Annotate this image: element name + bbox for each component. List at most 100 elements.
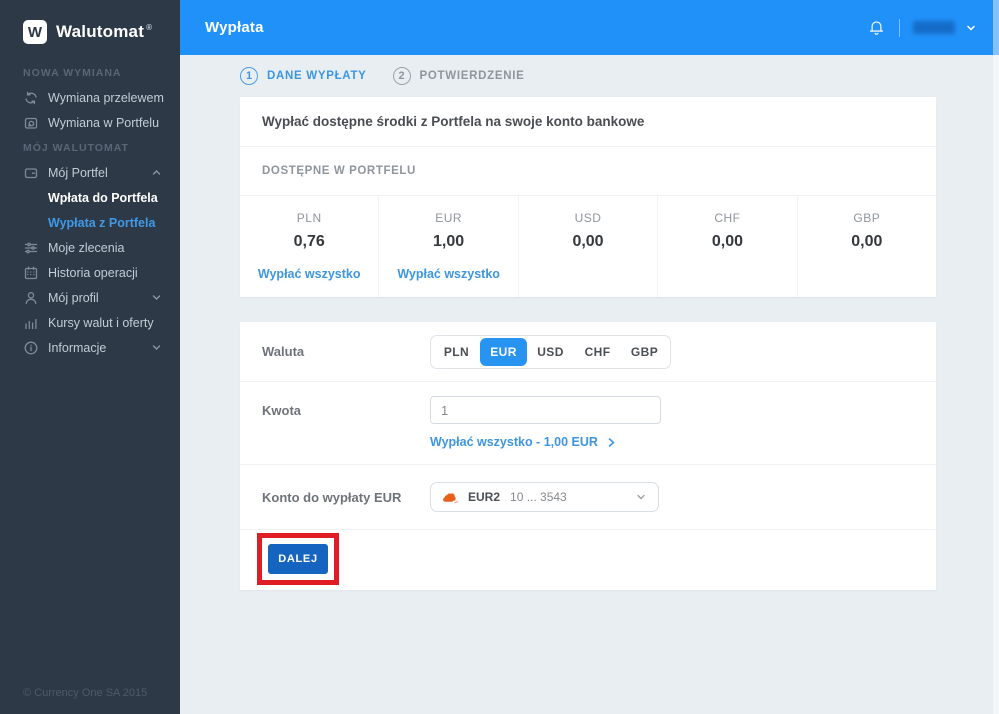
currency-code: USD: [574, 211, 602, 225]
sidebar-item-wplata-do-portfela[interactable]: Wpłata do Portfela: [0, 185, 180, 210]
rates-icon: [23, 315, 39, 331]
sidebar-item-label: Informacje: [48, 340, 107, 355]
copyright: © Currency One SA 2015: [23, 687, 148, 699]
amount-input[interactable]: [430, 396, 661, 424]
content: 1 DANE WYPŁATY 2 POTWIERDZENIE Wypłać do…: [240, 55, 936, 590]
currency-option-pln[interactable]: PLN: [433, 338, 480, 366]
withdrawal-form-panel: Waluta PLN EUR USD CHF GBP Kwota Wypła: [240, 322, 936, 590]
sidebar-item-moj-portfel[interactable]: Mój Portfel: [0, 160, 180, 185]
step-label: DANE WYPŁATY: [267, 70, 367, 82]
chevron-down-icon: [151, 342, 162, 353]
dalej-button[interactable]: DALEJ: [268, 544, 328, 574]
chevron-up-icon: [151, 167, 162, 178]
brand-logo[interactable]: W Walutomat ®: [0, 0, 180, 44]
chevron-down-icon: [635, 491, 647, 503]
withdraw-all-amount-label: Wypłać wszystko - 1,00 EUR: [430, 435, 598, 449]
wallet-icon: [23, 165, 39, 181]
sidebar-item-wyplata-z-portfela[interactable]: Wypłata z Portfela: [0, 210, 180, 235]
withdraw-all-eur-link[interactable]: Wypłać wszystko: [379, 267, 517, 281]
balance-amount: 1,00: [433, 233, 465, 250]
user-menu-chevron-down-icon[interactable]: [965, 22, 977, 34]
history-icon: [23, 265, 39, 281]
sidebar-item-label: Mój profil: [48, 290, 99, 305]
sidebar-item-historia-operacji[interactable]: Historia operacji: [0, 260, 180, 285]
sidebar-item-moje-zlecenia[interactable]: Moje zlecenia: [0, 235, 180, 260]
currency-option-eur[interactable]: EUR: [480, 338, 527, 366]
withdraw-all-pln-link[interactable]: Wypłać wszystko: [240, 267, 378, 281]
sidebar-item-label: Mój Portfel: [48, 165, 108, 180]
withdraw-all-amount-link[interactable]: Wypłać wszystko - 1,00 EUR: [430, 435, 661, 449]
account-select[interactable]: EUR2 10 ... 3543: [430, 482, 659, 512]
currency-toggle-group: PLN EUR USD CHF GBP: [430, 335, 671, 369]
step-label: POTWIERDZENIE: [419, 70, 525, 82]
brand-name: Walutomat ®: [56, 22, 153, 41]
balance-pln: PLN 0,76 Wypłać wszystko: [240, 196, 378, 297]
page-title: Wypłata: [205, 19, 264, 36]
chevron-down-icon: [151, 292, 162, 303]
chevron-right-icon: [607, 437, 616, 448]
topbar: Wypłata: [180, 0, 999, 55]
submit-row: DALEJ: [240, 530, 936, 590]
sidebar-item-moj-profil[interactable]: Mój profil: [0, 285, 180, 310]
currency-row: Waluta PLN EUR USD CHF GBP: [240, 322, 936, 382]
currency-code: CHF: [714, 211, 741, 225]
bank-logo-icon: [442, 491, 459, 504]
account-label: Konto do wypłaty EUR: [262, 490, 402, 505]
main-area: Wypłata 1 DANE WYPŁATY 2 POTWIERDZENIE W…: [180, 0, 999, 714]
topbar-right: [867, 18, 977, 37]
profile-icon: [23, 290, 39, 306]
sidebar-item-informacje[interactable]: Informacje: [0, 335, 180, 360]
balance-usd: USD 0,00: [517, 196, 657, 297]
sidebar-item-kursy-walut[interactable]: Kursy walut i oferty: [0, 310, 180, 335]
currency-option-gbp[interactable]: GBP: [621, 338, 668, 366]
currency-label: Waluta: [262, 344, 305, 359]
balance-amount: 0,76: [293, 233, 325, 250]
wallet-panel: Wypłać dostępne środki z Portfela na swo…: [240, 97, 936, 297]
account-name: EUR2: [468, 490, 501, 504]
orders-icon: [23, 240, 39, 256]
currency-option-chf[interactable]: CHF: [574, 338, 621, 366]
step-dane-wyplaty[interactable]: 1 DANE WYPŁATY: [240, 67, 367, 85]
balance-eur: EUR 1,00 Wypłać wszystko: [378, 196, 517, 297]
sidebar-nav: NOWA WYMIANA Wymiana przelewem Wymiana w…: [0, 60, 180, 360]
balance-amount: 0,00: [851, 233, 883, 250]
balance-gbp: GBP 0,00: [796, 196, 936, 297]
step-number: 2: [392, 67, 411, 85]
wallet-exchange-icon: [23, 115, 39, 131]
sidebar-item-wymiana-w-portfelu[interactable]: Wymiana w Portfelu: [0, 110, 180, 135]
account-number: 10 ... 3543: [510, 490, 567, 504]
scrollbar-track[interactable]: [993, 0, 999, 714]
highlight-annotation: DALEJ: [257, 533, 339, 585]
notifications-bell-icon[interactable]: [867, 18, 886, 37]
wizard-steps: 1 DANE WYPŁATY 2 POTWIERDZENIE: [240, 55, 936, 97]
sidebar-item-label: Wymiana w Portfelu: [48, 115, 160, 130]
nav-section-moj-walutomat: MÓJ WALUTOMAT: [23, 141, 129, 154]
info-icon: [23, 340, 39, 356]
currency-option-usd[interactable]: USD: [527, 338, 574, 366]
balance-amount: 0,00: [711, 233, 743, 250]
currency-code: GBP: [853, 211, 881, 225]
panel-intro-text: Wypłać dostępne środki z Portfela na swo…: [240, 97, 936, 147]
currency-code: EUR: [435, 211, 463, 225]
sidebar: W Walutomat ® NOWA WYMIANA Wymiana przele…: [0, 0, 180, 714]
available-in-wallet-heading: DOSTĘPNE W PORTFELU: [240, 147, 936, 196]
topbar-divider: [899, 18, 900, 37]
sidebar-item-label: Moje zlecenia: [48, 240, 125, 255]
amount-label: Kwota: [262, 403, 301, 418]
sidebar-item-label: Historia operacji: [48, 265, 138, 280]
balance-amount: 0,00: [572, 233, 604, 250]
balance-chf: CHF 0,00: [657, 196, 796, 297]
balances-row: PLN 0,76 Wypłać wszystko EUR 1,00 Wypłać…: [240, 196, 936, 297]
amount-row: Kwota Wypłać wszystko - 1,00 EUR: [240, 382, 936, 465]
exchange-icon: [23, 90, 39, 106]
username-redacted[interactable]: [913, 21, 955, 34]
sidebar-item-label: Wymiana przelewem: [48, 90, 164, 105]
walutomat-app: W Walutomat ® NOWA WYMIANA Wymiana przele…: [0, 0, 999, 714]
sidebar-item-wymiana-przelewem[interactable]: Wymiana przelewem: [0, 85, 180, 110]
registered-mark: ®: [146, 23, 153, 33]
step-number: 1: [240, 67, 258, 85]
step-potwierdzenie[interactable]: 2 POTWIERDZENIE: [392, 67, 525, 85]
account-row: Konto do wypłaty EUR EUR2 10 ... 3543: [240, 465, 936, 530]
nav-section-nowa-wymiana: NOWA WYMIANA: [23, 66, 122, 79]
currency-code: PLN: [296, 211, 322, 225]
